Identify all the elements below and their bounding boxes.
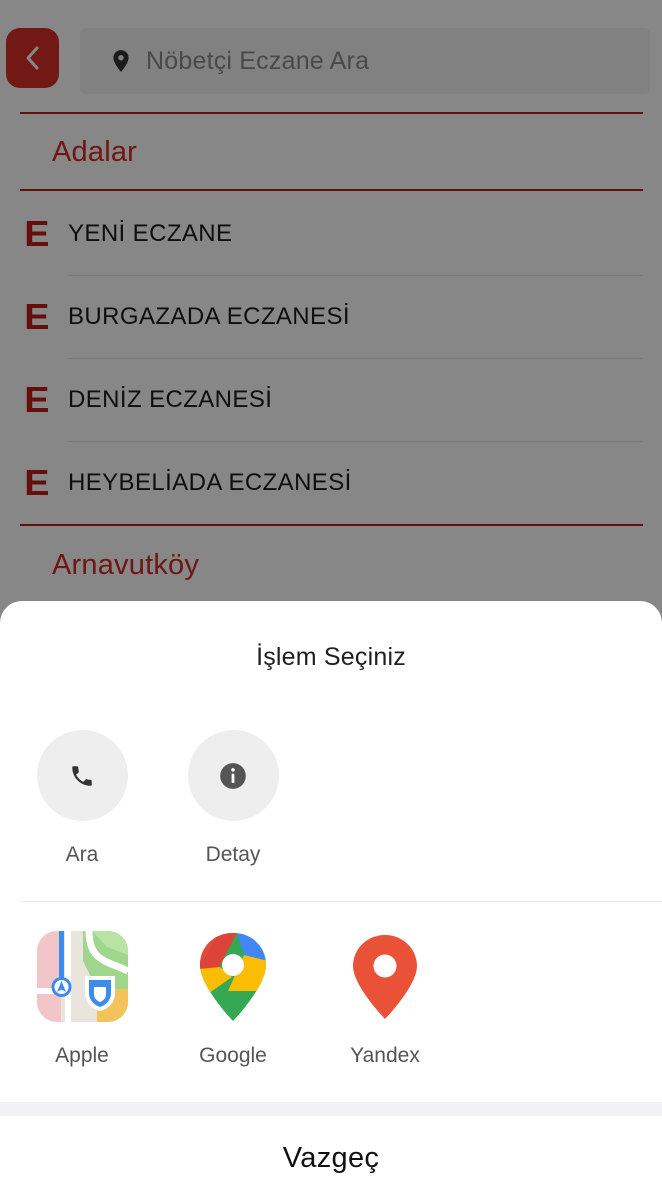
google-maps-label: Google — [199, 1044, 267, 1067]
cancel-button[interactable]: Vazgeç — [0, 1116, 662, 1200]
yandex-maps-label: Yandex — [350, 1044, 420, 1067]
apple-maps-icon — [36, 931, 128, 1022]
call-circle — [36, 730, 128, 821]
sheet-title: İşlem Seçiniz — [256, 643, 406, 671]
google-maps-button[interactable]: Google — [173, 931, 293, 1068]
action-sheet: İşlem Seçiniz Ara Detay Apple Google Yan… — [0, 601, 662, 1102]
sheet-divider — [20, 901, 662, 902]
apple-maps-button[interactable]: Apple — [22, 931, 142, 1068]
yandex-maps-icon — [353, 935, 417, 1019]
call-button[interactable]: Ara — [22, 730, 142, 867]
info-icon — [220, 762, 246, 789]
sheet-gap — [0, 1102, 662, 1116]
apple-maps-label: Apple — [55, 1044, 109, 1067]
yandex-maps-button[interactable]: Yandex — [325, 931, 445, 1068]
cancel-label: Vazgeç — [282, 1141, 380, 1174]
phone-icon — [72, 765, 92, 786]
apple-maps-tile — [36, 931, 128, 1022]
yandex-maps-tile — [340, 931, 431, 1022]
detail-button[interactable]: Detay — [173, 730, 293, 867]
google-maps-icon — [200, 933, 266, 1021]
google-maps-tile — [188, 931, 279, 1022]
detail-circle — [187, 730, 279, 821]
call-label: Ara — [65, 843, 99, 866]
detail-label: Detay — [205, 843, 261, 866]
